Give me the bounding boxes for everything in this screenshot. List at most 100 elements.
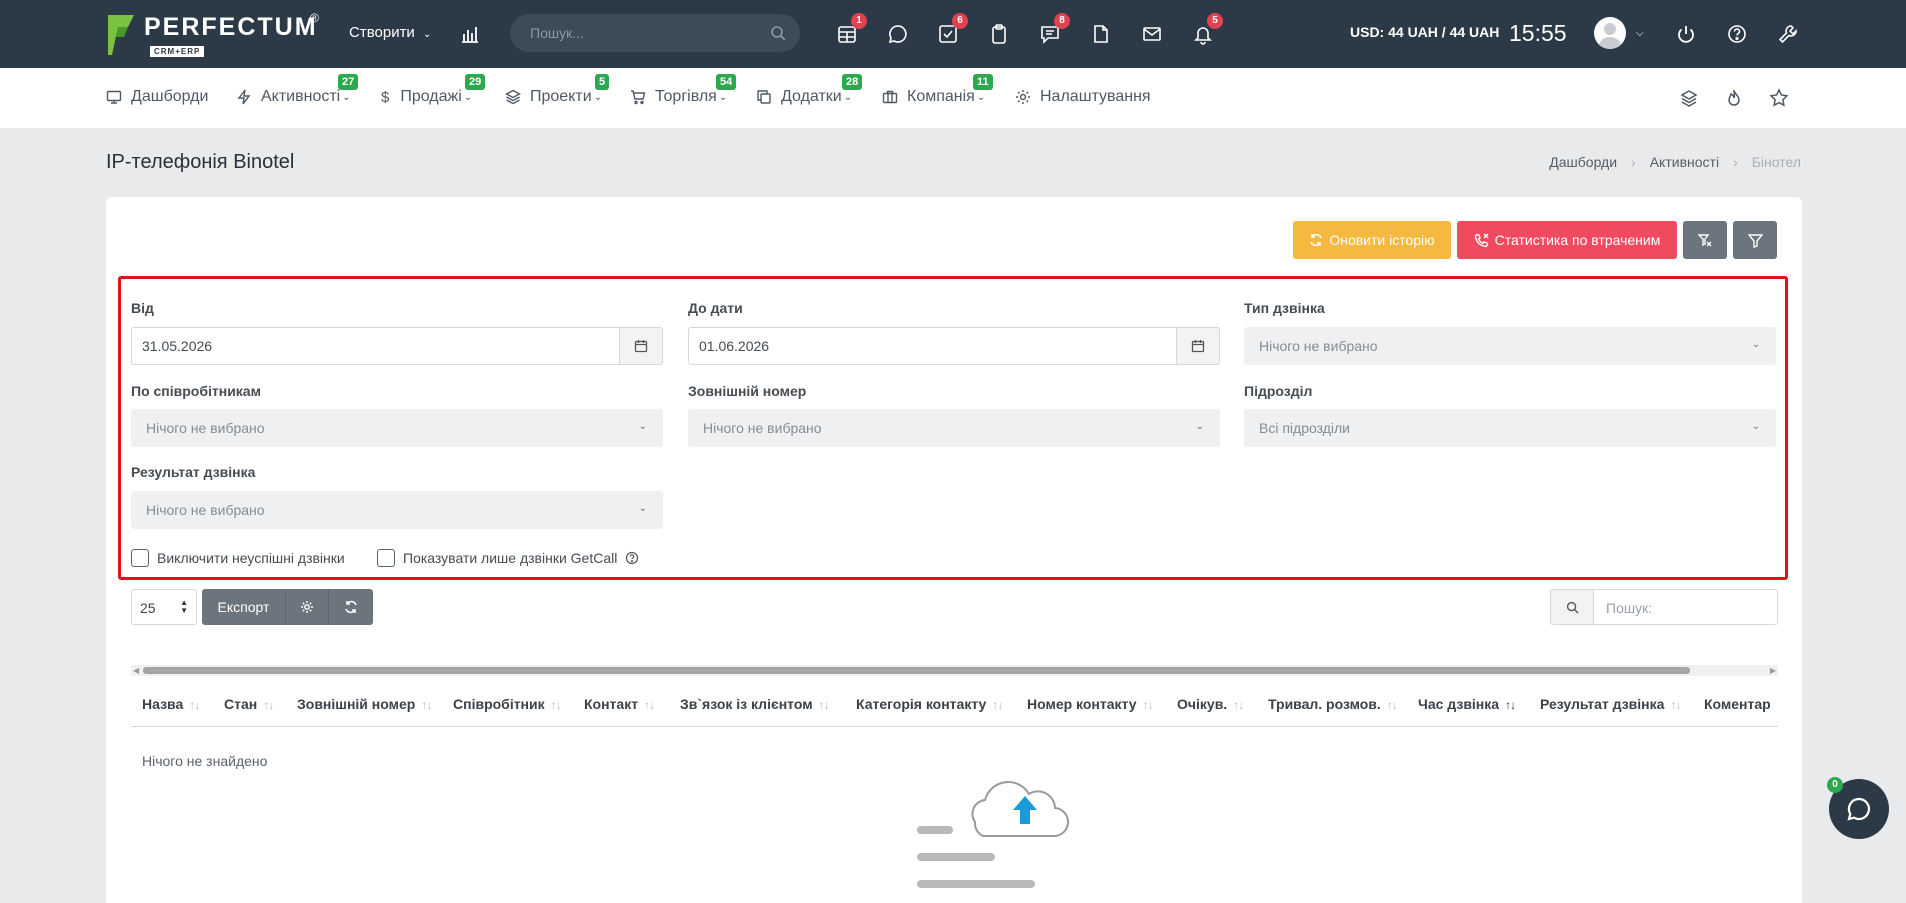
create-dropdown[interactable]: Створити ⌄: [349, 24, 431, 41]
column-header-name[interactable]: Назва ↑↓: [142, 696, 200, 712]
call-type-value: Нічого не вибрано: [1259, 338, 1378, 354]
mail-icon[interactable]: [1138, 20, 1166, 48]
tasks-check-icon[interactable]: 6: [934, 13, 968, 48]
column-label: Результат дзвінка: [1540, 696, 1665, 712]
nav-label: Проекти: [530, 88, 592, 105]
breadcrumb-link-dashboards[interactable]: Дашборди: [1549, 154, 1617, 170]
nav-label: Активності: [261, 88, 341, 105]
document-icon[interactable]: [1087, 20, 1115, 48]
help-icon[interactable]: [1723, 20, 1751, 48]
department-label: Підрозділ: [1244, 383, 1313, 399]
table-search-input[interactable]: Пошук:: [1594, 589, 1778, 625]
sort-icon: ↑↓: [1386, 698, 1398, 712]
scrollbar-thumb[interactable]: [143, 667, 1690, 674]
to-date-label: До дати: [688, 300, 743, 316]
calendar-table-icon[interactable]: 1: [833, 13, 867, 48]
column-label: Стан: [224, 696, 258, 712]
wrench-icon[interactable]: [1774, 20, 1802, 48]
department-select[interactable]: Всі підрозділи ⌄: [1244, 409, 1776, 447]
external-number-select[interactable]: Нічого не вибрано ⌄: [688, 409, 1220, 447]
getcall-only-label: Показувати лише дзвінки GetCall: [403, 550, 618, 566]
global-search-input[interactable]: Пошук...: [510, 14, 800, 52]
star-icon[interactable]: [1769, 88, 1789, 108]
column-header-waiting[interactable]: Очікув. ↑↓: [1177, 696, 1244, 712]
logo-mark-icon: [108, 15, 134, 55]
call-type-select[interactable]: Нічого не вибрано ⌄: [1244, 327, 1776, 365]
table-search-button[interactable]: [1550, 589, 1594, 625]
table-settings-button[interactable]: [286, 589, 329, 625]
question-circle-icon[interactable]: [625, 551, 639, 565]
table-reload-button[interactable]: [329, 589, 373, 625]
exclude-failed-checkbox[interactable]: Виключити неуспішні дзвінки: [131, 549, 345, 567]
column-header-comment[interactable]: Коментар ↑↓: [1704, 696, 1778, 712]
export-button[interactable]: Експорт: [202, 589, 286, 625]
export-label: Експорт: [217, 599, 270, 615]
nav-item-activities[interactable]: Активності ⌄ 27: [236, 74, 359, 106]
getcall-only-checkbox[interactable]: Показувати лише дзвінки GetCall: [377, 549, 639, 567]
fire-icon[interactable]: [1724, 88, 1744, 108]
layers-icon: [505, 89, 521, 105]
column-header-contact-number[interactable]: Номер контакту ↑↓: [1027, 696, 1154, 712]
nav-badge: 5: [595, 74, 610, 90]
nav-item-company[interactable]: Компанія ⌄ 11: [882, 74, 993, 106]
nav-label: Налаштування: [1040, 88, 1151, 105]
create-label: Створити: [349, 24, 415, 41]
column-label: Зовнішній номер: [297, 696, 416, 712]
clipboard-icon[interactable]: [985, 20, 1013, 48]
chevron-down-icon: ⌄: [593, 91, 603, 103]
user-avatar[interactable]: [1594, 17, 1626, 49]
column-header-status[interactable]: Стан ↑↓: [224, 696, 274, 712]
column-label: Очікув.: [1177, 696, 1228, 712]
chevron-down-icon[interactable]: ⌵: [1636, 28, 1644, 39]
gear-icon: [1016, 90, 1030, 104]
column-header-contact[interactable]: Контакт ↑↓: [584, 696, 655, 712]
column-header-client-link[interactable]: Зв`язок із клієнтом ↑↓: [680, 696, 830, 712]
nav-item-addons[interactable]: Додатки ⌄ 28: [756, 74, 863, 106]
nav-item-trade[interactable]: Торгівля ⌄ 54: [630, 74, 737, 106]
top-bar: PERFECTUM ® CRM+ERP Створити ⌄ Пошук... …: [0, 0, 1906, 68]
copy-icon: [757, 90, 771, 104]
column-header-employee[interactable]: Співробітник ↑↓: [453, 696, 562, 712]
nav-item-projects[interactable]: Проекти ⌄ 5: [505, 74, 610, 106]
chat-bubble-icon[interactable]: [884, 20, 912, 48]
column-header-external-number[interactable]: Зовнішній номер ↑↓: [297, 696, 432, 712]
refresh-history-button[interactable]: Оновити історію: [1293, 221, 1451, 259]
logo[interactable]: PERFECTUM ® CRM+ERP: [106, 11, 319, 57]
breadcrumb-link-activities[interactable]: Активності: [1650, 154, 1719, 170]
nav-item-dashboards[interactable]: Дашборди: [106, 88, 208, 106]
analytics-icon[interactable]: [456, 20, 484, 48]
from-date-input[interactable]: 31.05.2026: [131, 327, 663, 365]
checkbox-box[interactable]: [377, 549, 395, 567]
filter-clear-icon: [1697, 233, 1711, 246]
column-header-talk-duration[interactable]: Тривал. розмов. ↑↓: [1268, 696, 1398, 712]
nav-item-sales[interactable]: $ Продажі ⌄ 29: [381, 74, 486, 106]
filter-toggle-button[interactable]: [1733, 221, 1777, 259]
page-length-select[interactable]: 25 ▲ ▼: [131, 589, 197, 625]
messages-icon[interactable]: 8: [1036, 13, 1070, 48]
power-icon[interactable]: [1672, 20, 1700, 48]
chevron-down-icon: ⌄: [342, 91, 351, 103]
call-result-select[interactable]: Нічого не вибрано ⌄: [131, 491, 663, 529]
chevron-down-icon: ⌄: [463, 91, 473, 103]
layers-icon[interactable]: [1679, 88, 1699, 108]
column-header-call-time[interactable]: Час дзвінка ↑↓: [1418, 696, 1516, 712]
employees-select[interactable]: Нічого не вибрано ⌄: [131, 409, 663, 447]
phone-missed-icon: [1474, 233, 1489, 247]
lost-calls-stats-button[interactable]: Статистика по втраченим: [1457, 221, 1677, 259]
scroll-right-arrow-icon[interactable]: ▶: [1770, 666, 1776, 675]
scroll-left-arrow-icon[interactable]: ◀: [133, 666, 139, 675]
checkbox-box[interactable]: [131, 549, 149, 567]
from-date-calendar-button[interactable]: [619, 327, 663, 365]
column-header-contact-category[interactable]: Категорія контакту ↑↓: [856, 696, 1003, 712]
to-date-calendar-button[interactable]: [1176, 327, 1220, 365]
bell-icon[interactable]: 5: [1189, 13, 1223, 48]
nav-item-settings[interactable]: Налаштування: [1015, 88, 1151, 106]
clear-filter-button[interactable]: [1683, 221, 1727, 259]
sort-icon: ↑↓: [644, 698, 655, 712]
column-header-call-result[interactable]: Результат дзвінка ↑↓: [1540, 696, 1681, 712]
gear-icon: [301, 601, 313, 613]
horizontal-scrollbar[interactable]: ◀ ▶: [131, 665, 1778, 676]
to-date-input[interactable]: 01.06.2026: [688, 327, 1220, 365]
refresh-icon: [345, 600, 357, 614]
chat-widget-button[interactable]: 0: [1827, 777, 1889, 839]
